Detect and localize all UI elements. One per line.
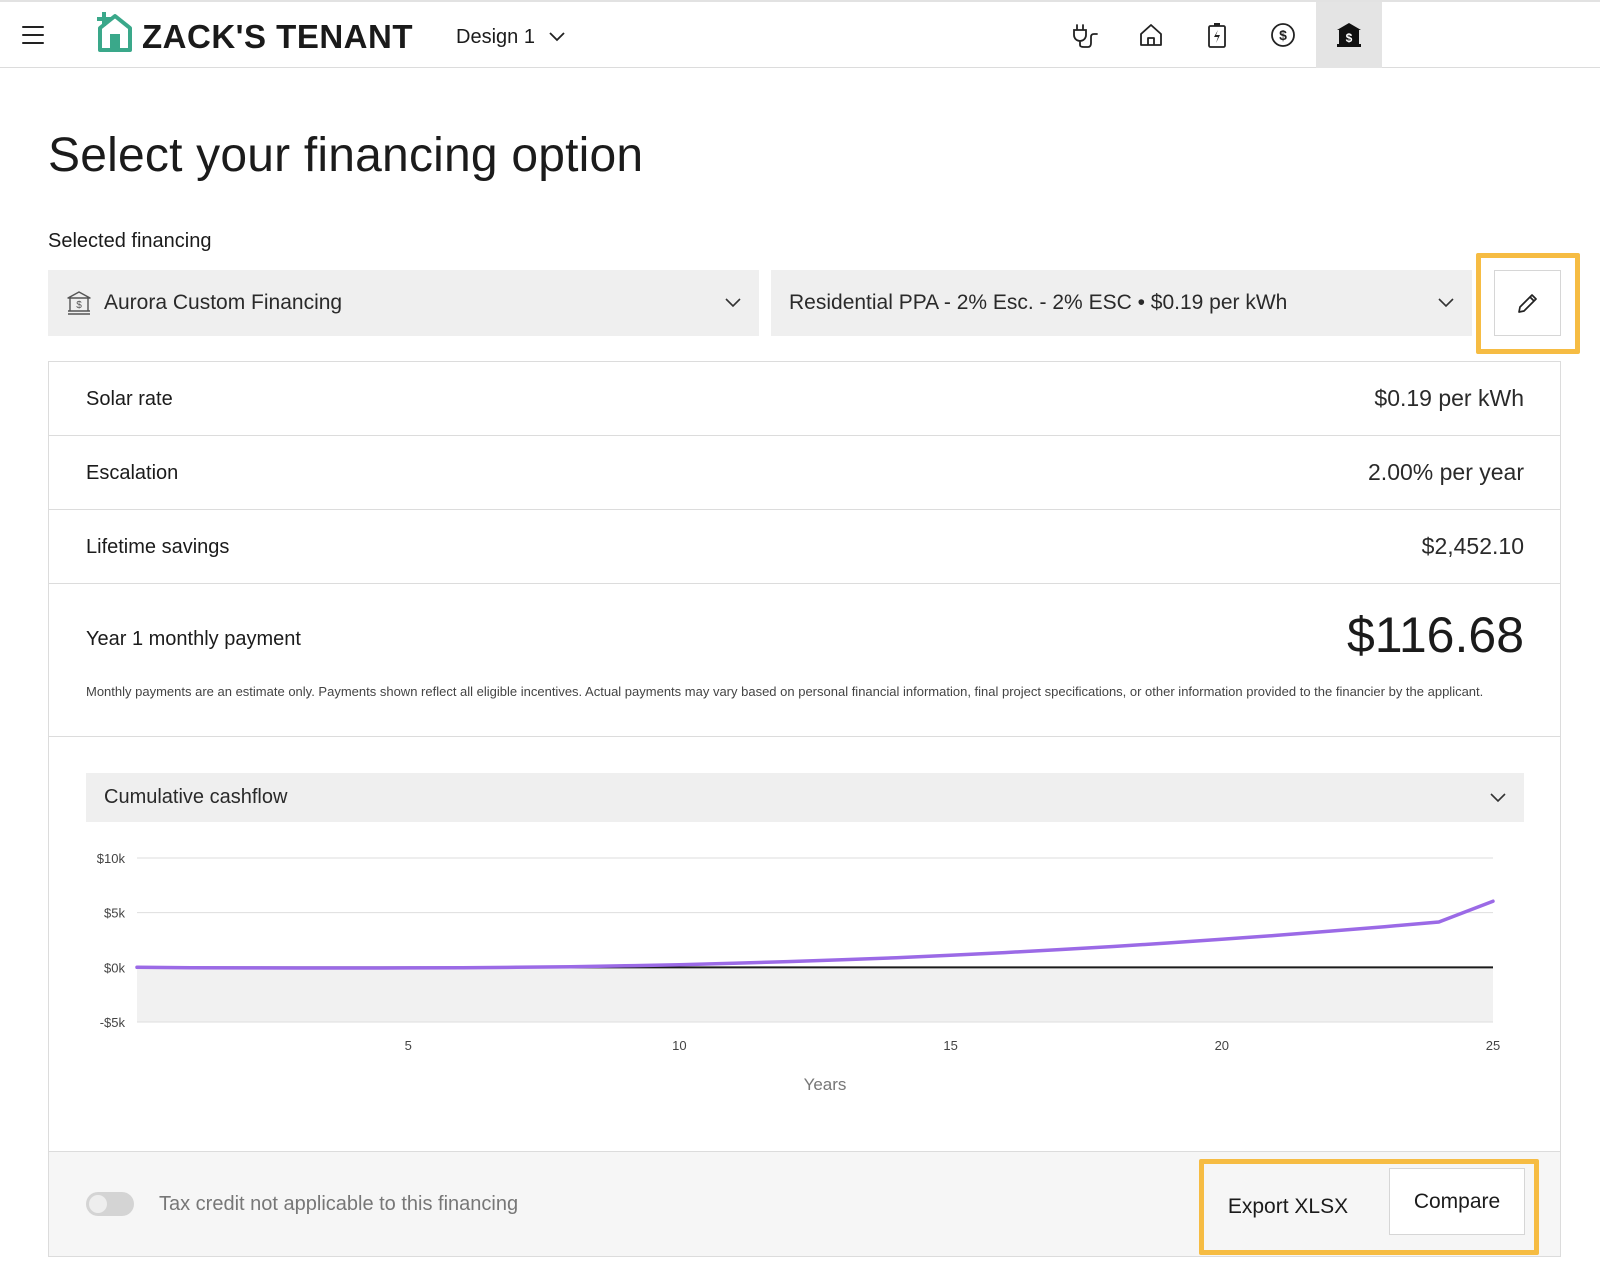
page-title: Select your financing option: [48, 129, 644, 182]
escalation-value: 2.00% per year: [1368, 459, 1524, 485]
lifetime-savings-label: Lifetime savings: [86, 536, 230, 558]
solar-rate-row: Solar rate $0.19 per kWh: [49, 362, 1560, 436]
svg-text:$: $: [76, 300, 82, 311]
battery-icon: [1208, 23, 1226, 48]
chevron-down-icon: [1438, 298, 1454, 308]
home-icon: [1140, 24, 1162, 46]
solar-rate-value: $0.19 per kWh: [1374, 385, 1524, 411]
export-xlsx-button[interactable]: Export XLSX: [1208, 1168, 1368, 1246]
negative-zone: [137, 967, 1493, 1022]
brand-name: ZACK'S TENANT: [142, 18, 413, 55]
edit-button[interactable]: [1494, 270, 1561, 336]
step-nav: $ $: [1052, 2, 1382, 68]
monthly-payment-label: Year 1 monthly payment: [86, 628, 301, 650]
y-tick-label: $0k: [104, 960, 125, 975]
nav-plug[interactable]: [1052, 2, 1118, 68]
tax-credit-toggle[interactable]: [86, 1192, 134, 1216]
y-tick-label: -$5k: [100, 1015, 126, 1030]
y-tick-label: $10k: [97, 851, 126, 866]
escalation-row: Escalation 2.00% per year: [49, 436, 1560, 510]
nav-home[interactable]: [1118, 2, 1184, 68]
compare-button[interactable]: Compare: [1389, 1168, 1525, 1235]
bank-icon: $: [67, 291, 91, 315]
design-label: Design 1: [456, 25, 535, 48]
nav-dollar[interactable]: $: [1250, 2, 1316, 68]
chevron-down-icon: [1490, 792, 1506, 802]
financier-value: Aurora Custom Financing: [104, 291, 343, 314]
bank-dollar-icon: $: [1337, 23, 1361, 47]
financier-dropdown[interactable]: $ Aurora Custom Financing: [48, 270, 759, 336]
card-footer: Tax credit not applicable to this financ…: [49, 1151, 1560, 1256]
chevron-down-icon: [725, 298, 741, 308]
chart-type-value: Cumulative cashflow: [104, 786, 288, 808]
x-tick-label: 5: [405, 1038, 412, 1053]
x-tick-label: 15: [943, 1038, 957, 1053]
y-tick-label: $5k: [104, 906, 125, 921]
plug-icon: [1073, 24, 1098, 48]
product-value: Residential PPA - 2% Esc. - 2% ESC • $0.…: [789, 291, 1288, 314]
nav-battery[interactable]: [1184, 2, 1250, 68]
product-dropdown[interactable]: Residential PPA - 2% Esc. - 2% ESC • $0.…: [771, 270, 1472, 336]
cashflow-chart: $10k $5k $0k -$5k 5 10 15 20 25 Years: [97, 851, 1500, 1094]
solar-rate-label: Solar rate: [86, 388, 173, 410]
top-bar: ZACK'S TENANT Design 1 $ $: [0, 0, 1600, 68]
svg-text:$: $: [1346, 31, 1353, 45]
lifetime-savings-value: $2,452.10: [1421, 533, 1524, 559]
logo-icon: [97, 12, 132, 52]
monthly-payment-row: Year 1 monthly payment $116.68 Monthly p…: [49, 584, 1560, 737]
chart-type-dropdown[interactable]: Cumulative cashflow: [86, 773, 1524, 822]
x-tick-label: 10: [672, 1038, 686, 1053]
x-axis-label: Years: [804, 1075, 847, 1094]
escalation-label: Escalation: [86, 462, 179, 484]
menu-icon[interactable]: [22, 26, 44, 44]
dollar-circle-icon: $: [1271, 23, 1295, 47]
svg-text:$: $: [1279, 27, 1287, 43]
selected-financing-label: Selected financing: [48, 230, 212, 252]
lifetime-savings-row: Lifetime savings $2,452.10: [49, 510, 1560, 584]
x-tick-label: 20: [1215, 1038, 1229, 1053]
nav-financing[interactable]: $: [1316, 2, 1382, 68]
monthly-payment-value: $116.68: [1346, 607, 1524, 663]
x-tick-label: 25: [1486, 1038, 1500, 1053]
financing-details-card: Solar rate $0.19 per kWh Escalation 2.00…: [48, 361, 1561, 1257]
chevron-down-icon: [549, 32, 565, 42]
tax-credit-label: Tax credit not applicable to this financ…: [159, 1193, 519, 1215]
payment-disclaimer: Monthly payments are an estimate only. P…: [86, 684, 1484, 699]
series-line-0: [135, 899, 1495, 970]
pencil-icon: [1517, 294, 1537, 313]
design-dropdown[interactable]: Design 1: [456, 22, 565, 52]
